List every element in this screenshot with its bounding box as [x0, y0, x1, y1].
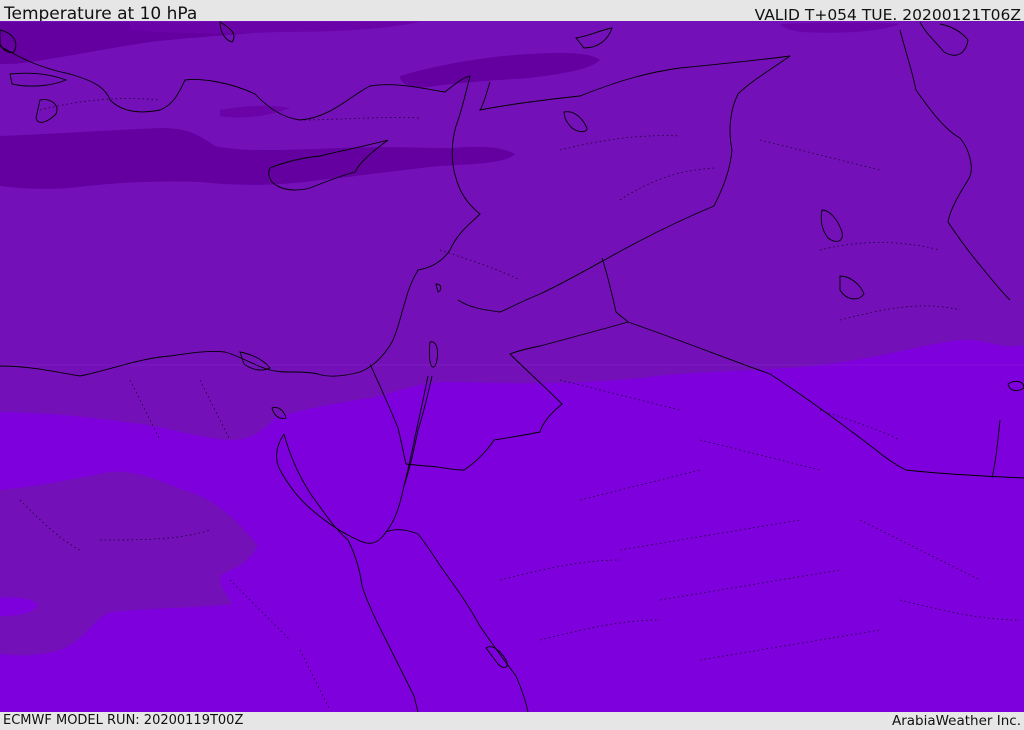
- header-bar: Temperature at 10 hPa VALID T+054 TUE. 2…: [0, 0, 1024, 24]
- model-run-label: ECMWF MODEL RUN: 20200119T00Z: [3, 713, 244, 728]
- credit-label: ArabiaWeather Inc.: [891, 713, 1021, 729]
- footer-bar: ECMWF MODEL RUN: 20200119T00Z ArabiaWeat…: [0, 712, 1024, 729]
- map-canvas: [0, 21, 1024, 712]
